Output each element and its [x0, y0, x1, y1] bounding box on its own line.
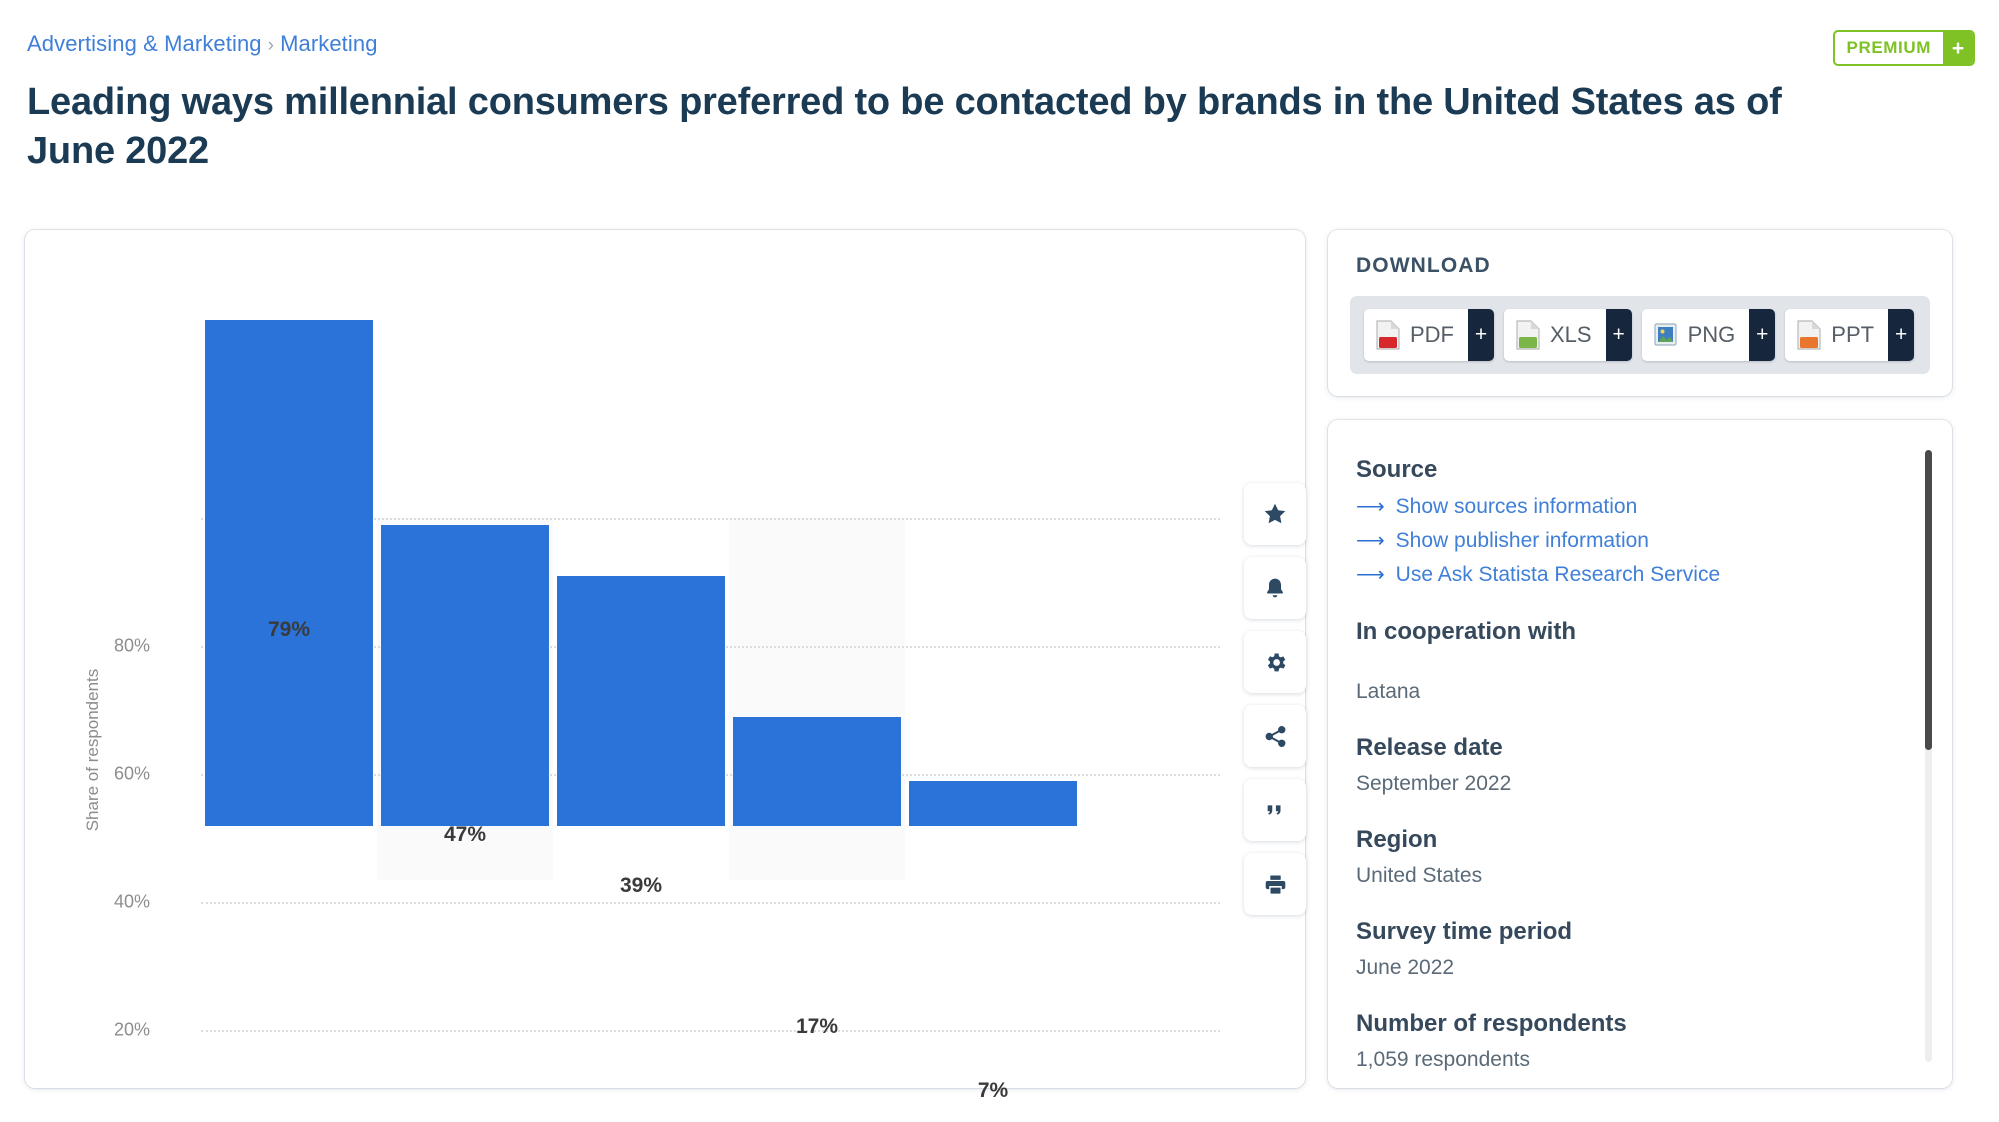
bar-text-message[interactable]: [381, 525, 549, 826]
arrow-right-icon: ⟶: [1356, 564, 1385, 586]
region-value: United States: [1356, 864, 1483, 887]
show-sources-information-label: Show sources information: [1395, 495, 1638, 518]
survey-period-block: Survey time period June 2022: [1356, 918, 1892, 984]
quote-icon: [1263, 799, 1287, 821]
download-title: DOWNLOAD: [1356, 254, 1491, 277]
arrow-right-icon: ⟶: [1356, 496, 1385, 518]
download-xls-plus-icon[interactable]: +: [1605, 309, 1632, 361]
y-axis-label: Share of respondents: [83, 668, 102, 832]
premium-label: PREMIUM: [1846, 38, 1931, 57]
source-content: Source ⟶ Show sources information ⟶ Show…: [1356, 456, 1892, 1076]
bar-email[interactable]: [205, 320, 373, 826]
respondents-value: 1,059 respondents: [1356, 1048, 1530, 1071]
breadcrumb-item-0[interactable]: Advertising & Marketing: [27, 31, 262, 56]
xls-file-icon: [1515, 320, 1541, 350]
print-icon: [1263, 872, 1288, 897]
arrow-right-icon: ⟶: [1356, 530, 1385, 552]
download-png-plus-icon[interactable]: +: [1749, 309, 1776, 361]
bar-social-media[interactable]: [557, 576, 725, 826]
y-tick-40: 40%: [113, 891, 150, 912]
bar-value-email: 79%: [267, 618, 311, 641]
statista-chart-page: Advertising & Marketing › Marketing Leadin…: [0, 0, 1999, 1122]
favorite-button[interactable]: [1244, 483, 1306, 545]
page-header: Advertising & Marketing › Marketing Leadin…: [27, 30, 1975, 175]
share-icon: [1263, 724, 1288, 749]
download-ppt-label: PPT: [1831, 322, 1875, 347]
download-ppt-plus-icon[interactable]: +: [1888, 309, 1915, 361]
ask-statista-research-service-label: Use Ask Statista Research Service: [1395, 563, 1721, 586]
bar-value-phone-call: 17%: [795, 1015, 839, 1038]
bar-phone-call[interactable]: [733, 717, 901, 826]
gridline-40: [201, 902, 1220, 904]
gridline-20: [201, 1030, 1220, 1032]
download-png-label: PNG: [1687, 322, 1736, 347]
cooperation-block: In cooperation with Latana: [1356, 618, 1892, 708]
page-title: Leading ways millennial consumers prefer…: [27, 81, 1782, 172]
release-date-value: September 2022: [1356, 772, 1512, 795]
release-date-block: Release date September 2022: [1356, 734, 1892, 800]
ppt-file-icon: [1796, 320, 1822, 350]
y-tick-60: 60%: [113, 763, 150, 784]
citation-button[interactable]: [1244, 779, 1306, 841]
download-pdf-plus-icon[interactable]: +: [1468, 309, 1494, 361]
source-card: Source ⟶ Show sources information ⟶ Show…: [1328, 420, 1952, 1088]
print-button[interactable]: [1244, 853, 1306, 915]
png-file-icon: [1653, 320, 1679, 350]
breadcrumb-separator: ›: [267, 35, 275, 56]
star-icon: [1262, 501, 1288, 527]
chart-card: Share of respondents 80% 60% 40% 20% 0% …: [25, 230, 1306, 1102]
show-publisher-information-label: Show publisher information: [1395, 529, 1649, 552]
bar-value-social-media: 39%: [619, 874, 663, 897]
respondents-block: Number of respondents 1,059 respondents: [1356, 1010, 1892, 1076]
download-xls-label: XLS: [1550, 322, 1592, 347]
y-tick-20: 20%: [113, 1019, 150, 1040]
notifications-button[interactable]: [1244, 557, 1306, 619]
survey-period-heading: Survey time period: [1356, 918, 1573, 945]
share-button[interactable]: [1244, 705, 1306, 767]
cooperation-heading: In cooperation with: [1356, 618, 1576, 645]
premium-badge[interactable]: PREMIUM +: [1832, 30, 1975, 66]
download-button-row: PDF + XLS + PNG + PPT +: [1350, 296, 1930, 374]
source-heading: Source: [1356, 456, 1438, 483]
download-xls-button[interactable]: XLS +: [1504, 309, 1632, 361]
premium-plus-icon: +: [1943, 32, 1973, 64]
gear-icon: [1263, 650, 1288, 675]
chart-plot-area: Share of respondents 80% 60% 40% 20% 0% …: [25, 230, 1305, 1102]
source-scrollbar-thumb[interactable]: [1925, 450, 1932, 750]
pdf-file-icon: [1375, 320, 1401, 350]
show-sources-information-link[interactable]: ⟶ Show sources information: [1356, 490, 1892, 524]
download-pdf-button[interactable]: PDF +: [1364, 309, 1494, 361]
survey-period-value: June 2022: [1356, 956, 1455, 979]
respondents-heading: Number of respondents: [1356, 1010, 1627, 1037]
bar-value-none-above: 7%: [977, 1079, 1009, 1102]
region-heading: Region: [1356, 826, 1438, 853]
cooperation-value: Latana: [1356, 680, 1421, 703]
download-pdf-label: PDF: [1410, 322, 1454, 347]
region-block: Region United States: [1356, 826, 1892, 892]
cooperation-spacer: [1356, 652, 1892, 676]
show-publisher-information-link[interactable]: ⟶ Show publisher information: [1356, 524, 1892, 558]
download-png-button[interactable]: PNG +: [1641, 309, 1776, 361]
ask-statista-research-service-link[interactable]: ⟶ Use Ask Statista Research Service: [1356, 558, 1892, 592]
bell-icon: [1263, 575, 1287, 601]
breadcrumb: Advertising & Marketing › Marketing: [27, 30, 1975, 60]
chart-toolbar: [1244, 483, 1306, 927]
y-tick-80: 80%: [113, 635, 150, 656]
bar-none-above[interactable]: [909, 781, 1077, 826]
breadcrumb-item-1[interactable]: Marketing: [280, 31, 378, 56]
settings-button[interactable]: [1244, 631, 1306, 693]
download-ppt-button[interactable]: PPT +: [1785, 309, 1915, 361]
release-date-heading: Release date: [1356, 734, 1503, 761]
bar-value-text-message: 47%: [443, 823, 487, 846]
download-card: DOWNLOAD PDF + XLS + PNG + PPT +: [1328, 230, 1952, 396]
